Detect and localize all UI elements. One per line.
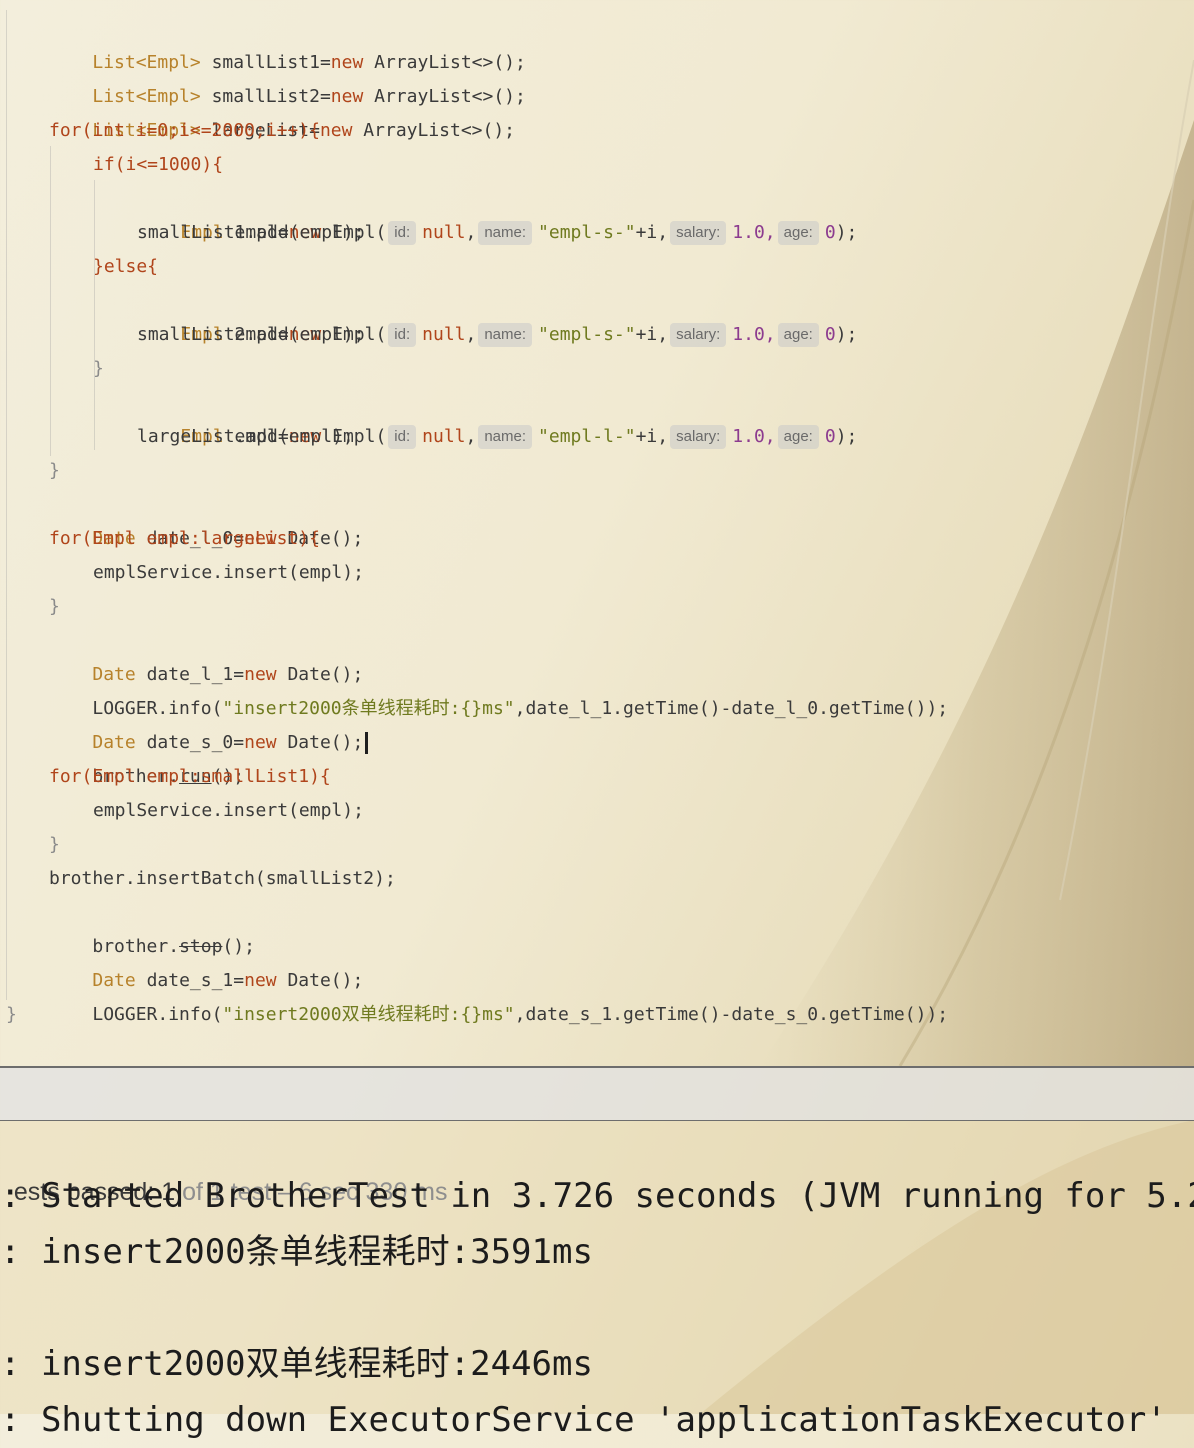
code-line: } xyxy=(49,596,60,617)
code-token: null xyxy=(422,426,466,447)
param-hint: name: xyxy=(478,425,533,449)
code-line: Date date_l_1=new Date(); xyxy=(49,624,363,685)
code-line: for(int i=0;i<=2000;i++){ xyxy=(49,120,320,141)
code-line: Empl empl=new Empl(id: null, name: "empl-s-… xyxy=(180,323,858,347)
code-line-current[interactable]: Date date_s_0=new Date(); xyxy=(49,692,369,754)
param-hint: name: xyxy=(478,323,533,347)
param-hint: salary: xyxy=(670,425,727,449)
code-line: for(Empl empl:largeList){ xyxy=(49,528,320,549)
code-line: brother.run(); xyxy=(49,726,244,787)
code-token: +i, xyxy=(635,222,669,243)
code-line: for(Empl empl:smallList1){ xyxy=(49,766,331,787)
code-line: List<Empl> largeList=new ArrayList<>(); xyxy=(49,80,515,141)
code-token: ); xyxy=(835,222,858,243)
code-token: "insert2000双单线程耗时:{}ms" xyxy=(222,1004,515,1025)
panel-divider xyxy=(0,1120,1194,1121)
code-line: List<Empl> smallList2=new ArrayList<>(); xyxy=(49,46,526,107)
code-line: } xyxy=(49,834,60,855)
code-line: LOGGER.info("insert2000双单线程耗时:{}ms",date… xyxy=(49,964,948,1025)
code-token: +i, xyxy=(635,324,669,345)
code-token: 1.0, xyxy=(732,426,776,447)
code-line: }else{ xyxy=(93,256,159,277)
console-line: : insert2000双单线程耗时:2446ms xyxy=(0,1344,593,1384)
code-token: ,date_s_1.getTime()-date_s_0.getTime()); xyxy=(514,1004,949,1025)
code-line: List<Empl> smallList1=new ArrayList<>(); xyxy=(49,12,526,73)
code-token: ); xyxy=(835,324,858,345)
param-hint: id: xyxy=(388,221,417,245)
code-line: emplService.insert(empl); xyxy=(93,562,364,583)
code-line: smallList1.add(empl); xyxy=(137,222,365,243)
param-hint: salary: xyxy=(670,221,727,245)
indent-guide xyxy=(6,10,7,1000)
code-token: ,date_l_1.getTime()-date_l_0.getTime()); xyxy=(514,698,949,719)
code-line: LOGGER.info("insert2000条单线程耗时:{}ms",date… xyxy=(49,658,948,719)
code-token: null xyxy=(422,324,466,345)
code-editor[interactable]: List<Empl> smallList1=new ArrayList<>();… xyxy=(0,0,1194,1066)
code-line: } xyxy=(6,1004,17,1025)
code-token: Date(); xyxy=(276,732,364,753)
code-line: Empl empl=new Empl(id: null, name: "empl-s-… xyxy=(180,221,858,245)
code-line: Empl empl=new Empl(id: null, name: "empl-l-… xyxy=(180,425,858,449)
code-line: brother.stop(); xyxy=(49,896,255,957)
code-line: brother.insertBatch(smallList2); xyxy=(49,868,396,889)
indent-guide xyxy=(94,180,95,450)
code-line: largeList.add(empl); xyxy=(137,426,354,447)
code-line: if(i<=1000){ xyxy=(93,154,224,175)
code-line: emplService.insert(empl); xyxy=(93,800,364,821)
param-hint: id: xyxy=(388,425,417,449)
code-token: new xyxy=(319,120,353,141)
code-token: "empl-s-" xyxy=(538,324,636,345)
code-token: 0 xyxy=(824,426,836,447)
code-token: 0 xyxy=(824,222,836,243)
param-hint: name: xyxy=(478,221,533,245)
code-line: smallList2.add(empl); xyxy=(137,324,365,345)
console-line: : insert2000条单线程耗时:3591ms xyxy=(0,1232,593,1272)
code-token: "empl-l-" xyxy=(538,426,636,447)
param-hint: salary: xyxy=(670,323,727,347)
indent-guide xyxy=(50,146,51,456)
code-token: +i, xyxy=(635,426,669,447)
param-hint: age: xyxy=(777,425,819,449)
test-status: ests passed: 1 of 1 test – 6 sec 330 ms xyxy=(0,1132,448,1206)
code-line: } xyxy=(93,358,104,379)
param-hint: age: xyxy=(777,221,819,245)
code-line: Date date_l_0=new Date(); xyxy=(49,488,363,549)
code-token: "empl-s-" xyxy=(538,222,636,243)
code-token: null xyxy=(422,222,466,243)
code-token: 1.0, xyxy=(732,222,776,243)
code-line: Date date_s_1=new Date(); xyxy=(49,930,363,991)
code-token: LOGGER.info( xyxy=(92,1004,223,1025)
text-caret xyxy=(365,732,369,754)
code-token: 0 xyxy=(824,324,836,345)
run-toolbar xyxy=(0,1068,1194,1120)
param-hint: id: xyxy=(388,323,417,347)
console-line: : Shutting down ExecutorService 'applica… xyxy=(0,1400,1167,1440)
param-hint: age: xyxy=(777,323,819,347)
code-token: ); xyxy=(835,426,858,447)
code-token: 1.0, xyxy=(732,324,776,345)
code-line: } xyxy=(49,460,60,481)
console-line: : Started BrotherTest in 3.726 seconds (… xyxy=(0,1176,1194,1216)
code-token: ArrayList<>(); xyxy=(352,120,516,141)
code-token: new xyxy=(244,732,277,753)
